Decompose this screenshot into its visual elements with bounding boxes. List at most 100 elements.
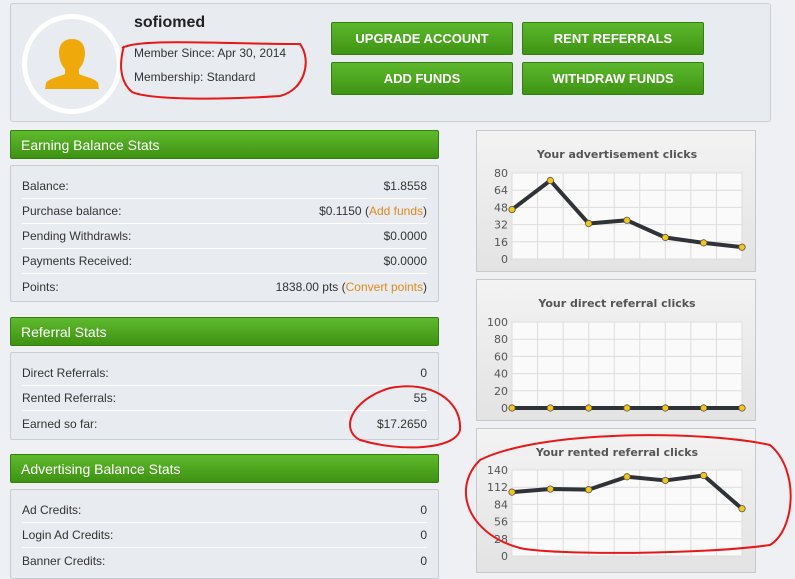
data-point: [546, 485, 554, 493]
add-funds-link[interactable]: Add funds: [369, 204, 423, 218]
stat-label: Payments Received:: [22, 254, 133, 268]
y-tick-label: 56: [494, 516, 508, 529]
stat-row: Rented Referrals: 55: [22, 386, 427, 411]
stat-value: 0: [420, 553, 427, 568]
y-tick-label: 0: [501, 550, 508, 563]
y-tick-label: 80: [494, 167, 508, 180]
stat-row: Direct Referrals: 0: [22, 361, 427, 386]
avatar: [22, 14, 122, 114]
chart-title: Your direct referral clicks: [537, 297, 696, 310]
y-tick-label: 60: [494, 350, 508, 363]
stat-value: 0: [420, 366, 427, 380]
rent-referrals-button[interactable]: RENT REFERRALS: [522, 22, 704, 55]
data-point: [661, 404, 669, 412]
stat-row: Points: 1838.00 pts (Convert points): [22, 279, 427, 294]
data-point: [508, 205, 516, 214]
stat-row: Earned so far: $17.2650: [22, 411, 427, 436]
earning-stats-box: Balance: $1.8558 Purchase balance: $0.1150…: [10, 165, 439, 302]
data-point: [546, 404, 554, 412]
stat-label: Points:: [22, 279, 59, 294]
stat-value: $1.8558: [383, 179, 427, 193]
upgrade-account-button[interactable]: UPGRADE ACCOUNT: [331, 22, 513, 55]
data-point: [623, 216, 631, 224]
stat-value: 0: [420, 503, 427, 517]
data-point: [623, 473, 631, 481]
data-point: [700, 404, 708, 412]
chart-title: Your advertisement clicks: [536, 148, 698, 161]
data-point: [546, 176, 554, 185]
y-tick-label: 48: [494, 201, 508, 214]
withdraw-funds-button[interactable]: WITHDRAW FUNDS: [522, 62, 704, 95]
y-tick-label: 16: [494, 236, 508, 249]
stat-value: 0: [420, 528, 427, 542]
y-tick-label: 84: [494, 498, 508, 511]
data-point: [585, 404, 593, 412]
chart-svg: Your rented referral clicks 0 28 56 84 112 140: [487, 446, 746, 563]
stat-label: Login Ad Credits:: [22, 528, 114, 542]
stat-row: Banner Credits: 0: [22, 548, 427, 573]
stat-row: Pending Withdrawls: $0.0000: [22, 224, 427, 249]
y-tick-label: 140: [487, 464, 508, 477]
stat-value: 55: [413, 391, 427, 405]
data-point: [623, 404, 631, 412]
stat-row: Ad Credits: 0: [22, 498, 427, 523]
stat-label: Direct Referrals:: [22, 366, 109, 380]
stat-value: $0.0000: [383, 254, 427, 268]
stat-row: Payments Received: $0.0000: [22, 249, 427, 274]
y-tick-label: 80: [494, 333, 508, 346]
stat-value: 1838.00 pts: [275, 279, 339, 294]
convert-points-link[interactable]: Convert points: [346, 280, 423, 294]
y-tick-label: 0: [501, 253, 508, 266]
stat-label: Pending Withdrawls:: [22, 229, 132, 243]
stat-label: Earned so far:: [22, 416, 98, 431]
advertising-stats-box: Ad Credits: 0 Login Ad Credits: 0 Banner C…: [10, 489, 439, 579]
chart-svg: Your direct referral clicks 0 20 40 60 80 100: [487, 297, 746, 415]
plot-area: [511, 469, 743, 557]
data-point: [508, 488, 516, 496]
data-point: [585, 219, 593, 228]
stat-row: Balance: $1.8558: [22, 174, 427, 199]
membership: Membership: Standard: [134, 70, 256, 84]
chart-svg: Your advertisement clicks 0 16 32 48 64 80: [494, 148, 746, 266]
data-point: [585, 486, 593, 494]
y-tick-label: 100: [487, 316, 508, 329]
user-icon: [45, 39, 99, 89]
advertisement-clicks-chart: Your advertisement clicks 0 16 32 48 64 80: [476, 130, 756, 272]
data-point: [738, 243, 746, 251]
data-point: [738, 505, 746, 513]
y-tick-label: 64: [494, 184, 508, 197]
y-tick-label: 28: [494, 533, 508, 546]
data-point: [738, 404, 746, 412]
y-tick-label: 20: [494, 385, 508, 398]
referral-stats-header: Referral Stats: [10, 317, 439, 346]
direct-referral-clicks-chart: Your direct referral clicks 0 20 40 60 80 100: [476, 279, 756, 421]
add-funds-button[interactable]: ADD FUNDS: [331, 62, 513, 95]
earning-stats-header: Earning Balance Stats: [10, 130, 439, 159]
stat-row: Login Ad Credits: 0: [22, 523, 427, 548]
data-point: [661, 233, 669, 242]
chart-title: Your rented referral clicks: [535, 446, 699, 459]
member-since: Member Since: Apr 30, 2014: [134, 46, 287, 60]
data-point: [700, 471, 708, 480]
stat-value: $0.1150: [319, 204, 362, 218]
y-tick-label: 40: [494, 368, 508, 381]
rented-referral-clicks-chart: Your rented referral clicks 0 28 56 84 112 140: [476, 428, 756, 573]
y-tick-label: 0: [501, 402, 508, 415]
data-point: [700, 239, 708, 247]
stat-row: Purchase balance: $0.1150 (Add funds): [22, 199, 427, 224]
stat-label: Balance:: [22, 179, 69, 193]
y-tick-label: 32: [494, 219, 508, 232]
stat-label: Purchase balance:: [22, 204, 122, 218]
y-tick-label: 112: [487, 481, 508, 494]
referral-stats-box: Direct Referrals: 0 Rented Referrals: 55 E…: [10, 352, 439, 440]
stat-label: Ad Credits:: [22, 503, 82, 517]
stat-label: Banner Credits:: [22, 553, 106, 568]
stat-value: $17.2650: [376, 416, 427, 431]
advertising-stats-header: Advertising Balance Stats: [10, 454, 439, 483]
data-point: [508, 404, 516, 412]
stat-value: $0.0000: [383, 229, 427, 243]
username: sofiomed: [134, 14, 206, 31]
plot-area: [511, 321, 743, 409]
stat-label: Rented Referrals:: [22, 391, 117, 405]
data-point: [661, 476, 669, 485]
